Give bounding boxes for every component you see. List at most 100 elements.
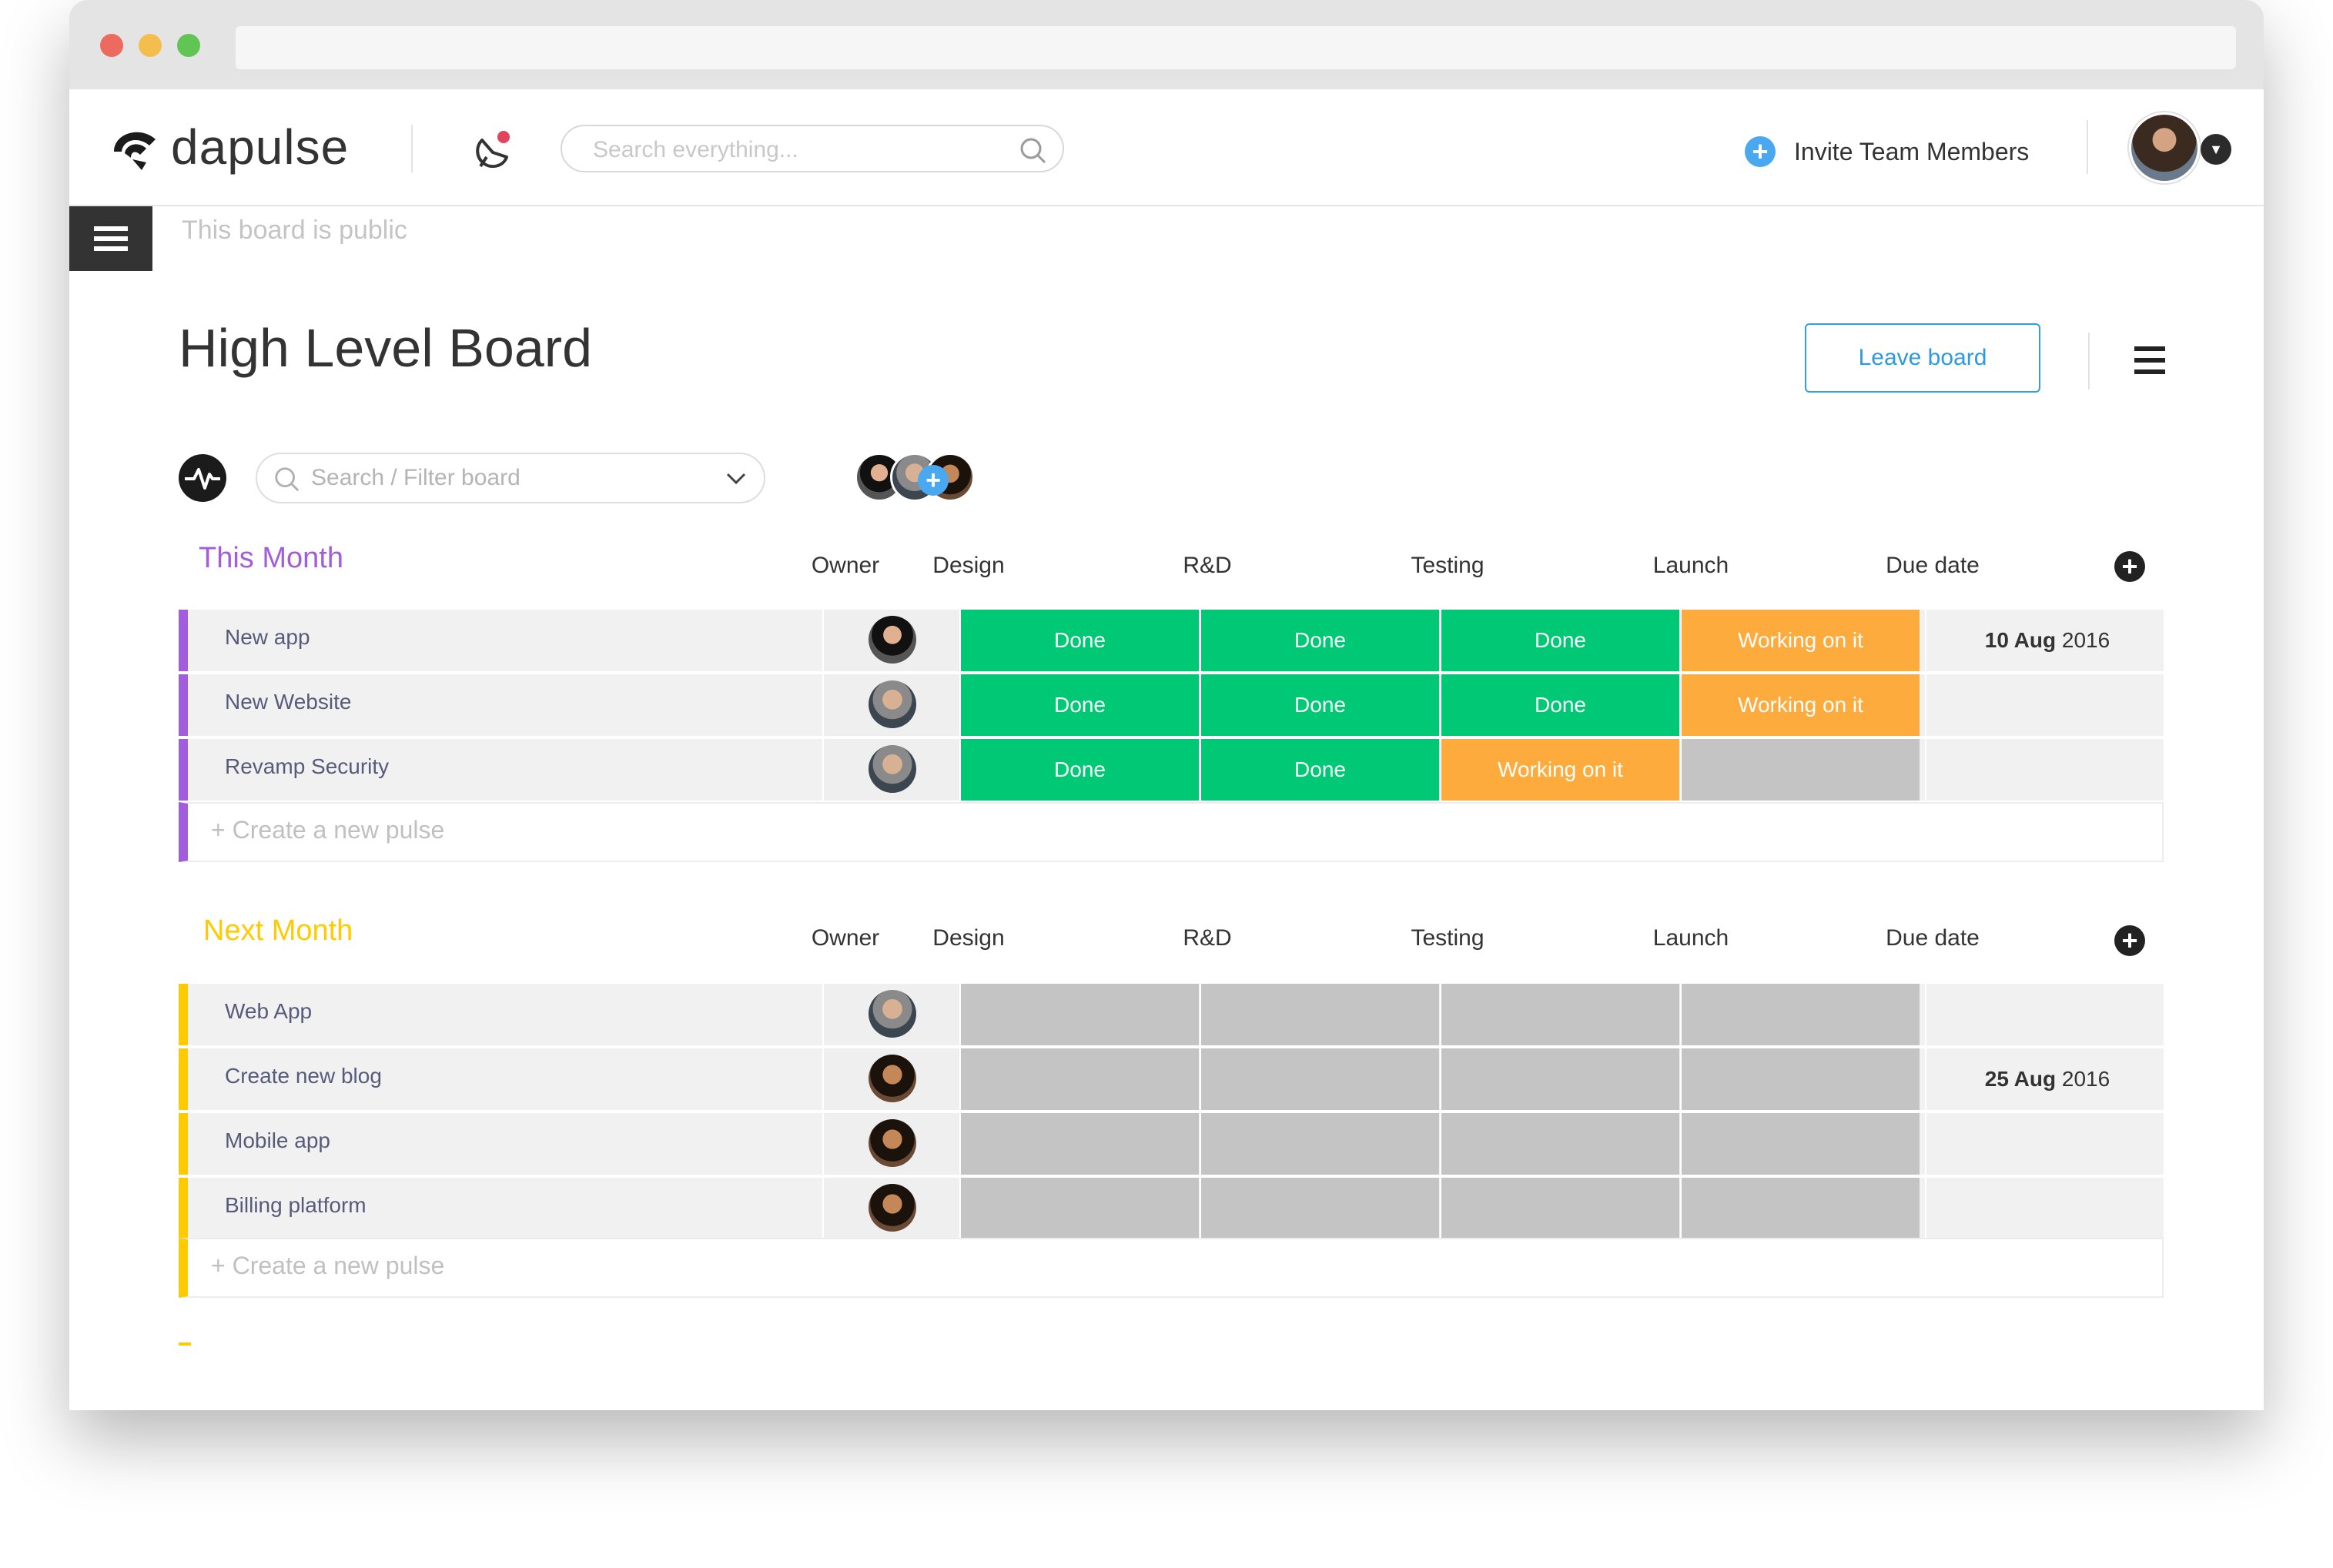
status-cell-testing[interactable] (1440, 1048, 1679, 1110)
owner-avatar (869, 680, 916, 728)
sidebar-toggle-button[interactable] (69, 206, 152, 271)
table-row[interactable]: New Website Done Done Done Working on it (179, 674, 2168, 736)
owner-cell[interactable] (822, 1048, 961, 1110)
create-pulse-row[interactable]: + Create a new pulse (179, 1238, 2164, 1298)
status-cell-design[interactable] (959, 984, 1199, 1045)
column-header-design[interactable]: Design (892, 553, 1046, 579)
due-date-cell[interactable]: 10 Aug 2016 (1925, 610, 2168, 671)
column-header-due-date[interactable]: Due date (1856, 553, 2010, 579)
status-cell-design[interactable] (959, 1113, 1199, 1175)
column-header-rnd[interactable]: R&D (1130, 553, 1284, 579)
status-cell-rnd[interactable]: Done (1200, 674, 1439, 736)
board-title[interactable]: High Level Board (179, 317, 592, 379)
status-cell-launch[interactable] (1680, 1113, 1920, 1175)
status-cell-design[interactable]: Done (959, 610, 1199, 671)
owner-cell[interactable] (822, 1178, 961, 1239)
notifications-icon[interactable] (470, 126, 517, 174)
owner-avatar (869, 990, 916, 1038)
address-bar[interactable] (236, 26, 2236, 69)
pulse-name[interactable]: Web App (225, 999, 312, 1024)
app-logo[interactable]: dapulse (109, 119, 349, 175)
filter-board-search[interactable]: Search / Filter board (256, 453, 765, 503)
create-pulse-row[interactable]: + Create a new pulse (179, 802, 2164, 862)
global-search[interactable] (561, 125, 1064, 172)
group-title-next-month[interactable]: Next Month (203, 914, 353, 948)
table-row[interactable]: Web App (179, 984, 2168, 1045)
pulse-name[interactable]: Mobile app (225, 1128, 330, 1153)
status-cell-testing[interactable]: Done (1440, 610, 1679, 671)
pulse-name[interactable]: New app (225, 625, 310, 650)
table-row[interactable]: New app Done Done Done Working on it 10 … (179, 610, 2168, 671)
status-cell-launch[interactable]: Working on it (1680, 610, 1920, 671)
due-date-cell[interactable] (1925, 674, 2168, 736)
status-cell-design[interactable] (959, 1178, 1199, 1239)
column-header-owner[interactable]: Owner (792, 553, 899, 579)
board-menu-icon[interactable] (2133, 345, 2167, 376)
invite-team-members-button[interactable]: + Invite Team Members (1745, 132, 2029, 171)
column-header-due-date[interactable]: Due date (1856, 925, 2010, 951)
due-date-cell[interactable] (1925, 1113, 2168, 1175)
column-header-testing[interactable]: Testing (1371, 925, 1525, 951)
status-cell-testing[interactable] (1440, 1113, 1679, 1175)
group-color-bar (179, 739, 188, 801)
status-cell-launch[interactable] (1680, 984, 1920, 1045)
due-date-cell[interactable] (1925, 984, 2168, 1045)
group-title-this-month[interactable]: This Month (199, 542, 343, 575)
pulse-name[interactable]: New Website (225, 690, 351, 714)
column-header-design[interactable]: Design (892, 925, 1046, 951)
status-cell-design[interactable]: Done (959, 739, 1199, 801)
table-row[interactable]: Mobile app (179, 1113, 2168, 1175)
status-cell-rnd[interactable] (1200, 1048, 1439, 1110)
column-header-owner[interactable]: Owner (792, 925, 899, 951)
status-cell-launch[interactable] (1680, 1048, 1920, 1110)
search-icon[interactable] (1018, 135, 1049, 166)
user-avatar[interactable] (2129, 112, 2200, 183)
owner-cell[interactable] (822, 674, 961, 736)
leave-board-button[interactable]: Leave board (1805, 323, 2040, 393)
chevron-down-icon[interactable] (725, 471, 747, 486)
close-window-dot[interactable] (100, 34, 123, 57)
board-activity-icon[interactable] (179, 454, 226, 502)
status-cell-testing[interactable] (1440, 1178, 1679, 1239)
owner-avatar (869, 1055, 916, 1102)
status-cell-rnd[interactable] (1200, 984, 1439, 1045)
status-cell-testing[interactable]: Working on it (1440, 739, 1679, 801)
owner-cell[interactable] (822, 610, 961, 671)
add-member-button[interactable]: + (918, 465, 949, 496)
status-cell-rnd[interactable] (1200, 1178, 1439, 1239)
column-header-testing[interactable]: Testing (1371, 553, 1525, 579)
row-end-cell (2167, 610, 2230, 671)
table-row[interactable]: Revamp Security Done Done Working on it (179, 739, 2168, 801)
pulse-name[interactable]: Billing platform (225, 1193, 367, 1218)
column-header-launch[interactable]: Launch (1614, 553, 1768, 579)
status-cell-rnd[interactable]: Done (1200, 739, 1439, 801)
add-column-button[interactable]: + (2114, 925, 2145, 956)
pulse-name[interactable]: Revamp Security (225, 754, 389, 779)
add-column-button[interactable]: + (2114, 551, 2145, 582)
due-date-cell[interactable] (1925, 739, 2168, 801)
column-header-rnd[interactable]: R&D (1130, 925, 1284, 951)
status-cell-design[interactable]: Done (959, 674, 1199, 736)
global-search-input[interactable] (591, 134, 995, 166)
owner-cell[interactable] (822, 984, 961, 1045)
status-cell-testing[interactable]: Done (1440, 674, 1679, 736)
due-date-cell[interactable] (1925, 1178, 2168, 1239)
due-date-cell[interactable]: 25 Aug 2016 (1925, 1048, 2168, 1110)
status-cell-rnd[interactable] (1200, 1113, 1439, 1175)
new-group-marker[interactable] (179, 1342, 191, 1346)
minimize-window-dot[interactable] (139, 34, 162, 57)
maximize-window-dot[interactable] (177, 34, 200, 57)
chevron-down-icon[interactable]: ▼ (2201, 134, 2231, 165)
status-cell-testing[interactable] (1440, 984, 1679, 1045)
status-cell-design[interactable] (959, 1048, 1199, 1110)
owner-cell[interactable] (822, 1113, 961, 1175)
status-cell-launch[interactable] (1680, 1178, 1920, 1239)
table-row[interactable]: Create new blog 25 Aug 2016 (179, 1048, 2168, 1110)
table-row[interactable]: Billing platform (179, 1178, 2168, 1239)
status-cell-launch[interactable]: Working on it (1680, 674, 1920, 736)
owner-cell[interactable] (822, 739, 961, 801)
status-cell-launch[interactable] (1680, 739, 1920, 801)
status-cell-rnd[interactable]: Done (1200, 610, 1439, 671)
pulse-name[interactable]: Create new blog (225, 1064, 382, 1088)
column-header-launch[interactable]: Launch (1614, 925, 1768, 951)
